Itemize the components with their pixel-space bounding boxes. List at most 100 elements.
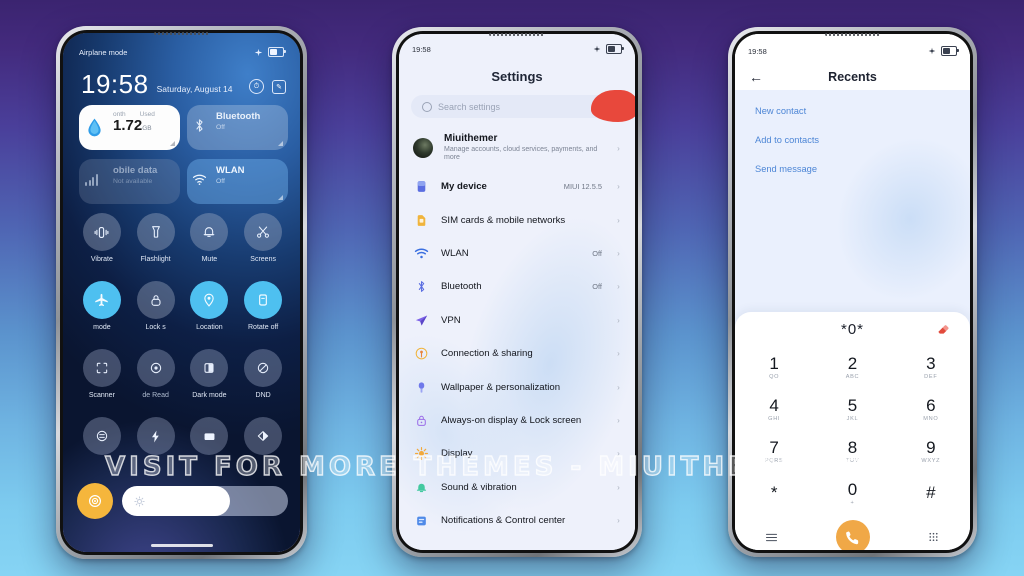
sound-row[interactable]: Sound & vibration › <box>399 471 635 504</box>
wlan-row[interactable]: WLAN Off › <box>399 237 635 270</box>
lightning-icon <box>152 430 159 442</box>
airplane-icon <box>95 293 109 306</box>
key-0[interactable]: 0 + <box>813 472 891 514</box>
phone2-bezel: 19:58 Settings Search settings Miuitheme… <box>396 31 638 553</box>
phone-control-center: Airplane mode 19:58 Saturday, August 14 … <box>56 26 307 559</box>
airplane-icon <box>928 47 936 55</box>
bluetooth-icon <box>413 278 430 295</box>
wallpaper-title: Wallpaper & personalization <box>441 381 561 393</box>
dialed-number: *0* <box>840 320 865 338</box>
keypad-grid-icon[interactable] <box>925 528 943 546</box>
key-3[interactable]: 3 DEF <box>892 346 970 388</box>
brightness-slider[interactable] <box>122 486 288 516</box>
eraser-icon[interactable] <box>936 322 950 341</box>
flashlight-toggle[interactable]: Flashlight <box>129 213 183 263</box>
airplane-icon <box>254 48 263 56</box>
theme-icon <box>257 431 269 441</box>
scanner-toggle[interactable]: Scanner <box>75 349 129 399</box>
chevron-right-icon: › <box>617 315 620 325</box>
data-usage-value: 1.72 <box>113 117 143 134</box>
notifications-title: Notifications & Control center <box>441 515 566 527</box>
location-toggle[interactable]: Location <box>183 281 237 331</box>
earpiece-grille <box>824 33 881 36</box>
back-arrow-icon[interactable]: ← <box>749 69 769 85</box>
display-row[interactable]: Display › <box>399 437 635 470</box>
airplane-mode-toggle[interactable]: mode <box>75 281 129 331</box>
key-hash[interactable]: # <box>892 472 970 514</box>
home-indicator[interactable] <box>150 544 213 547</box>
lock-screen-title: Always-on display & Lock screen <box>441 414 582 426</box>
bluetooth-row[interactable]: Bluetooth Off › <box>399 270 635 303</box>
wallpaper-icon <box>413 379 430 396</box>
dark-mode-toggle[interactable]: Dark mode <box>183 349 237 399</box>
data-usage-unit: GB <box>142 125 152 132</box>
chevron-right-icon: › <box>617 282 620 292</box>
connection-sharing-title: Connection & sharing <box>441 348 533 360</box>
chevron-right-icon: › <box>617 482 620 492</box>
reading-mode-toggle[interactable]: de Read <box>129 349 183 399</box>
phone3-screen: 19:58 ← Recents New contact Add to conta… <box>735 34 970 550</box>
account-row[interactable]: Miuithemer Manage accounts, cloud servic… <box>399 126 635 170</box>
flashlight-label: Flashlight <box>140 256 171 263</box>
data-usage-tile[interactable]: onth Used 1.72GB <box>79 105 180 150</box>
screenshot-toggle[interactable]: Screens <box>236 213 290 263</box>
water-drop-icon <box>88 118 101 137</box>
wlan-tile[interactable]: WLAN Off <box>187 159 288 204</box>
earpiece-grille <box>489 33 545 36</box>
notifications-icon <box>413 512 430 529</box>
menu-icon[interactable] <box>763 528 781 546</box>
scanner-label: Scanner <box>88 392 115 399</box>
key-9[interactable]: 9 WXYZ <box>892 430 970 472</box>
big-tiles-row-2: obile data Not available WLAN Off <box>79 159 288 204</box>
bell-mute-icon <box>204 227 215 237</box>
quick-settings-row-2: mode Lock s Location Rotate off <box>75 281 290 331</box>
vibrate-toggle[interactable]: Vibrate <box>75 213 129 263</box>
wlan-tile-label: WLAN <box>216 165 245 176</box>
accent-blob <box>591 90 635 122</box>
dnd-toggle[interactable]: DND <box>236 349 290 399</box>
dark-mode-label: Dark mode <box>192 392 227 399</box>
quick-settings-row-3: Scanner de Read Dark mode DND <box>75 349 290 399</box>
add-to-contacts-action[interactable]: Add to contacts <box>735 125 970 154</box>
call-button[interactable] <box>835 520 870 550</box>
my-device-row[interactable]: My device MIUI 12.5.5 › <box>399 170 635 203</box>
key-star[interactable]: * <box>735 472 813 514</box>
key-6[interactable]: 6 MNO <box>892 388 970 430</box>
edit-icon[interactable]: ✎ <box>272 80 286 94</box>
cast-toggle[interactable] <box>183 417 237 460</box>
key-4[interactable]: 4 GHI <box>735 388 813 430</box>
chevron-right-icon: › <box>617 382 620 392</box>
brightness-row <box>77 483 288 519</box>
sim-cards-row[interactable]: SIM cards & mobile networks › <box>399 203 635 236</box>
rotate-icon <box>259 294 268 306</box>
key-8[interactable]: 8 TUV <box>813 430 891 472</box>
wallpaper-row[interactable]: Wallpaper & personalization › <box>399 370 635 403</box>
send-message-action[interactable]: Send message <box>735 154 970 183</box>
notifications-row[interactable]: Notifications & Control center › <box>399 504 635 537</box>
sync-toggle[interactable] <box>75 417 129 460</box>
rotate-label: Rotate off <box>248 324 279 331</box>
connection-sharing-row[interactable]: Connection & sharing › <box>399 337 635 370</box>
key-1[interactable]: 1 QO <box>735 346 813 388</box>
key-2[interactable]: 2 ABC <box>813 346 891 388</box>
lock-screen-row[interactable]: Always-on display & Lock screen › <box>399 404 635 437</box>
rotate-toggle[interactable]: Rotate off <box>236 281 290 331</box>
settings-gear-icon[interactable] <box>77 483 113 519</box>
mute-toggle[interactable]: Mute <box>183 213 237 263</box>
bluetooth-tile-label: Bluetooth <box>216 111 261 122</box>
bluetooth-tile[interactable]: Bluetooth Off <box>187 105 288 150</box>
status-time: 19:58 <box>412 44 431 54</box>
vpn-row[interactable]: VPN › <box>399 304 635 337</box>
timer-icon[interactable]: ⏱ <box>249 79 264 94</box>
battery-saver-toggle[interactable] <box>129 417 183 460</box>
theme-toggle[interactable] <box>236 417 290 460</box>
mobile-data-tile[interactable]: obile data Not available <box>79 159 180 204</box>
new-contact-action[interactable]: New contact <box>735 96 970 125</box>
key-7[interactable]: 7 PQRS <box>735 430 813 472</box>
lock-screen-toggle[interactable]: Lock s <box>129 281 183 331</box>
clock-block: 19:58 Saturday, August 14 ⏱ ✎ <box>81 71 286 97</box>
account-name: Miuithemer <box>444 133 498 144</box>
key-5[interactable]: 5 JKL <box>813 388 891 430</box>
settings-list: Miuithemer Manage accounts, cloud servic… <box>399 126 635 550</box>
scissors-icon <box>257 226 270 238</box>
